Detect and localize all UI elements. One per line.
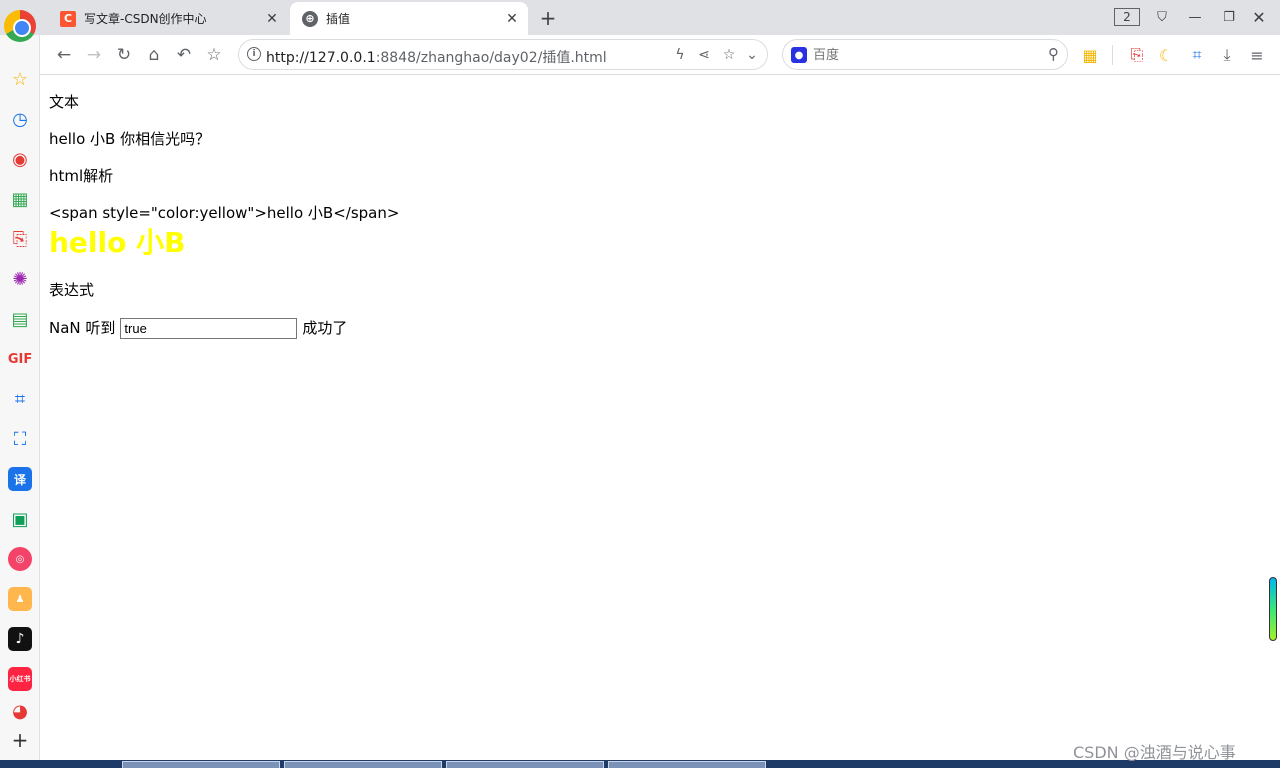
url-text[interactable]: http://127.0.0.1:8848/zhanghao/day02/插值.… [266, 47, 607, 67]
toolbar-divider [1112, 45, 1113, 65]
restore-button[interactable]: ❐ [1218, 6, 1240, 28]
menu-icon[interactable]: ≡ [1245, 43, 1269, 67]
toolbar: ← → ↻ ⌂ ↶ ☆ i http://127.0.0.1:8848/zhan… [40, 35, 1280, 75]
expression-row: NaN 听到 成功了 [49, 317, 347, 339]
search-box[interactable]: ● ⚲ [782, 39, 1068, 70]
skin-icon[interactable]: ⛉ [1151, 6, 1173, 28]
back-button[interactable]: ← [52, 43, 76, 67]
crop-icon[interactable]: ⌗ [1185, 43, 1209, 67]
expression-suffix: 成功了 [302, 319, 348, 337]
reload-button[interactable]: ↻ [112, 43, 136, 67]
tiktok-icon[interactable]: ♪ [8, 627, 32, 651]
new-tab-button[interactable]: + [536, 6, 560, 30]
expression-label: 表达式 [49, 281, 95, 299]
translate-icon[interactable]: 译 [8, 467, 32, 491]
search-icon[interactable]: ⚲ [1048, 45, 1059, 63]
screen-icon[interactable]: ▣ [8, 507, 32, 531]
address-bar[interactable]: i http://127.0.0.1:8848/zhanghao/day02/插… [238, 39, 768, 70]
browser-logo[interactable] [4, 10, 36, 42]
sidebar: ☆ ◷ ◉ ▦ ⎘ ✺ ▤ GIF ⌗ ⛶ 译 ▣ ◎ ♟ ♪ 小红书 ◕ + [0, 35, 40, 760]
info-icon[interactable]: i [247, 47, 261, 61]
taskbar-item[interactable] [446, 761, 604, 768]
interpolated-text: hello 小B 你相信光吗？ [49, 130, 211, 148]
record-icon[interactable]: ◉ [8, 147, 32, 171]
chevron-down-icon[interactable]: ⌄ [742, 45, 762, 65]
search-input[interactable] [813, 45, 1033, 65]
close-icon[interactable]: ✕ [502, 9, 522, 29]
html-parse-label: html解析 [49, 167, 114, 185]
pinduoduo-icon[interactable]: ◎ [8, 547, 32, 571]
history-clock-icon[interactable]: ◷ [8, 107, 32, 131]
watermark: CSDN @浊酒与说心事 [1073, 743, 1236, 762]
tab-title: 写文章-CSDN创作中心 [84, 12, 207, 26]
download-icon[interactable]: ⤓ [1215, 43, 1239, 67]
pdf-icon[interactable]: ⎘ [1125, 43, 1149, 67]
expression-result: NaN 听到 [49, 319, 116, 337]
csdn-icon: C [60, 10, 76, 27]
weibo-icon[interactable]: ◕ [8, 699, 32, 723]
minimize-button[interactable]: — [1184, 6, 1206, 28]
raw-html-text: <span style="color:yellow">hello 小B</spa… [49, 204, 400, 222]
page-content: 文本 hello 小B 你相信光吗？ html解析 <span style="c… [40, 75, 1280, 760]
lightning-icon[interactable]: ϟ [670, 45, 690, 65]
gif-icon[interactable]: GIF [8, 347, 32, 371]
bug-icon[interactable]: ✺ [8, 267, 32, 291]
text-label: 文本 [49, 93, 80, 111]
close-icon[interactable]: ✕ [262, 9, 282, 29]
bookmark-star-icon[interactable]: ☆ [202, 43, 226, 67]
undo-close-button[interactable]: ↶ [172, 43, 196, 67]
globe-icon: ⊕ [302, 10, 318, 27]
rendered-html-text: hello 小B [49, 226, 186, 259]
home-button[interactable]: ⌂ [142, 43, 166, 67]
favorites-star-icon[interactable]: ☆ [8, 67, 32, 91]
add-icon[interactable]: + [8, 728, 32, 752]
forward-button[interactable]: → [82, 43, 106, 67]
bound-input[interactable] [120, 317, 298, 339]
taskbar-item[interactable] [284, 761, 442, 768]
notes-icon[interactable]: ▤ [8, 307, 32, 331]
baidu-icon: ● [791, 47, 807, 63]
moon-icon[interactable]: ☾ [1154, 43, 1178, 67]
tab-strip: C 写文章-CSDN创作中心 ✕ ⊕ 插值 ✕ + 2 ⛉ — ❐ ✕ [0, 0, 1280, 35]
favorite-star-icon[interactable]: ☆ [719, 45, 739, 65]
tab-interpolation[interactable]: ⊕ 插值 ✕ [290, 2, 528, 35]
tab-csdn[interactable]: C 写文章-CSDN创作中心 ✕ [48, 2, 288, 35]
tab-title: 插值 [326, 12, 351, 26]
close-window-button[interactable]: ✕ [1248, 6, 1270, 28]
apps-grid-icon[interactable]: ▦ [1078, 43, 1102, 67]
share-icon[interactable]: ⋖ [694, 45, 714, 65]
game-icon[interactable]: ♟ [8, 587, 32, 611]
scan-text-icon[interactable]: ⛶ [8, 427, 32, 451]
taskbar-item[interactable] [608, 761, 766, 768]
crop-sidebar-icon[interactable]: ⌗ [8, 387, 32, 411]
taskbar-item[interactable] [122, 761, 280, 768]
scroll-indicator[interactable] [1269, 577, 1277, 641]
pdf-sidebar-icon[interactable]: ⎘ [8, 227, 32, 251]
tab-count-button[interactable]: 2 [1114, 8, 1140, 26]
qr-code-icon[interactable]: ▦ [8, 187, 32, 211]
xiaohongshu-icon[interactable]: 小红书 [8, 667, 32, 691]
